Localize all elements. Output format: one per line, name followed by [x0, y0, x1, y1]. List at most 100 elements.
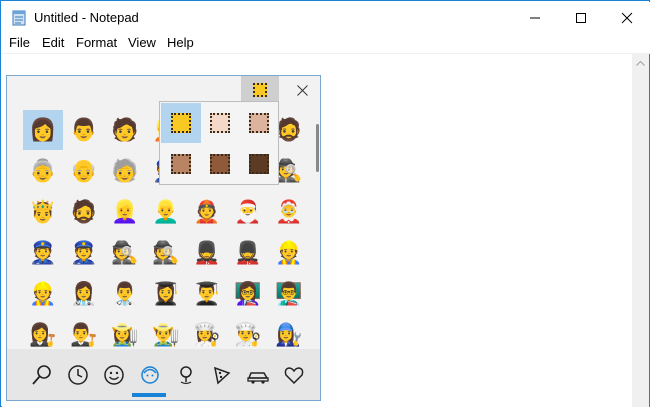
emoji-glyph: 🧔 [70, 199, 98, 224]
emoji-glyph: 👨 [70, 117, 98, 142]
emoji-cell[interactable]: 👴 [64, 151, 104, 191]
vertical-scrollbar[interactable] [632, 54, 649, 407]
title-bar[interactable]: Untitled - Notepad [2, 2, 650, 33]
emoji-glyph: 👩‍🔧 [275, 322, 303, 347]
emoji-glyph: 🤶 [275, 199, 303, 224]
emoji-cell[interactable]: 👷 [269, 233, 309, 273]
emoji-cell[interactable]: 👱‍♀️ [105, 192, 145, 232]
emoji-cell[interactable]: 💂 [187, 233, 227, 273]
skin-tone-option[interactable] [161, 103, 201, 143]
emoji-glyph: 🤴 [29, 199, 57, 224]
emoji-glyph: 👩 [29, 117, 57, 142]
emoji-cell[interactable]: 🧑 [105, 110, 145, 150]
close-icon [296, 84, 308, 96]
emoji-cell[interactable]: 👱‍♂️ [146, 192, 186, 232]
active-tab-indicator [132, 393, 166, 397]
heart-icon [284, 367, 304, 385]
emoji-cell[interactable]: 👨‍🏫 [269, 274, 309, 314]
emoji-glyph: 👵 [29, 158, 57, 183]
emoji-glyph: 👲 [193, 199, 221, 224]
menu-view[interactable]: View [128, 35, 156, 50]
emoji-cell[interactable]: 🕵 [146, 233, 186, 273]
emoji-category-tabs [7, 349, 320, 400]
maximize-icon [576, 12, 586, 23]
person-icon [141, 366, 159, 384]
scroll-up-button[interactable] [632, 54, 649, 71]
menu-file[interactable]: File [9, 35, 30, 50]
emoji-cell[interactable]: 🤶 [269, 192, 309, 232]
menu-help[interactable]: Help [167, 35, 194, 50]
emoji-cell[interactable]: 👮 [23, 233, 63, 273]
emoji-glyph: 👨‍🎓 [193, 281, 221, 306]
emoji-glyph: 🎅 [234, 199, 262, 224]
emoji-cell[interactable]: 🤴 [23, 192, 63, 232]
people-tab[interactable] [132, 357, 168, 393]
emoji-glyph: 👨‍🍳 [234, 322, 262, 347]
close-button[interactable] [604, 2, 650, 33]
skin-tone-option[interactable] [161, 144, 201, 184]
emoji-cell[interactable]: 👲 [187, 192, 227, 232]
smileys-tab[interactable] [96, 357, 132, 393]
skin-tone-option[interactable] [239, 103, 279, 143]
emoji-glyph: 💂 [234, 240, 262, 265]
emoji-cell[interactable]: 👮 [64, 233, 104, 273]
maximize-button[interactable] [558, 2, 604, 33]
skin-tone-picker [159, 101, 279, 185]
skin-tone-button[interactable] [241, 76, 279, 104]
emoji-panel-close-button[interactable] [284, 76, 320, 104]
emoji-glyph: 🧓 [111, 158, 139, 183]
emoji-glyph: 👷 [29, 281, 57, 306]
menu-edit[interactable]: Edit [42, 35, 64, 50]
emoji-glyph: 🕵 [275, 158, 303, 183]
emoji-cell[interactable]: 👩 [23, 110, 63, 150]
emoji-cell[interactable]: 👨 [64, 110, 104, 150]
emoji-glyph: 👩‍🌾 [111, 322, 139, 347]
emoji-glyph: 👩‍⚕️ [70, 281, 98, 306]
emoji-cell[interactable]: 👩‍⚕️ [64, 274, 104, 314]
emoji-glyph: 👮 [70, 240, 98, 265]
recent-tab[interactable] [60, 357, 96, 393]
skin-tone-option[interactable] [239, 144, 279, 184]
skin-tone-option[interactable] [200, 103, 240, 143]
emoji-cell[interactable]: 👨‍🎓 [187, 274, 227, 314]
emoji-glyph: 👨‍🌾 [152, 322, 180, 347]
window-title: Untitled - Notepad [34, 10, 139, 25]
emoji-glyph: 👮 [29, 240, 57, 265]
minimize-button[interactable] [512, 2, 558, 33]
emoji-glyph: 👩‍🎓 [152, 281, 180, 306]
map-pin-icon [180, 366, 192, 385]
search-tab[interactable] [24, 357, 60, 393]
skin-tone-swatch-icon [171, 113, 191, 133]
emoji-glyph: 👩‍🏫 [234, 281, 262, 306]
emoji-cell[interactable]: 🕵 [105, 233, 145, 273]
emoji-cell[interactable]: 🎅 [228, 192, 268, 232]
emoji-panel-scrollbar[interactable] [316, 124, 319, 172]
places-tab[interactable] [168, 357, 204, 393]
emoji-glyph: 🕵 [111, 240, 139, 265]
emoji-cell[interactable]: 👷 [23, 274, 63, 314]
food-tab[interactable] [204, 357, 240, 393]
skin-tone-option[interactable] [200, 144, 240, 184]
close-icon [621, 12, 633, 23]
emoji-glyph: 👴 [70, 158, 98, 183]
skin-tone-swatch-icon [249, 154, 269, 174]
search-icon [32, 365, 51, 385]
emoji-cell[interactable]: 👩‍🏫 [228, 274, 268, 314]
emoji-cell[interactable]: 💂 [228, 233, 268, 273]
travel-tab[interactable] [240, 357, 276, 393]
emoji-glyph: 🕵 [152, 240, 180, 265]
emoji-glyph: 🧔 [275, 117, 303, 142]
emoji-cell[interactable]: 👨‍⚕️ [105, 274, 145, 314]
emoji-cell[interactable]: 👵 [23, 151, 63, 191]
emoji-cell[interactable]: 👩‍🎓 [146, 274, 186, 314]
emoji-glyph: 👨‍⚖️ [70, 322, 98, 347]
menu-format[interactable]: Format [76, 35, 117, 50]
pizza-icon [214, 366, 231, 385]
symbols-tab[interactable] [276, 357, 312, 393]
emoji-cell[interactable]: 🧔 [64, 192, 104, 232]
emoji-cell[interactable]: 🧓 [105, 151, 145, 191]
chevron-up-icon [636, 60, 645, 66]
emoji-glyph: 👱‍♀️ [111, 199, 139, 224]
skin-tone-swatch-icon [210, 154, 230, 174]
emoji-glyph: 👱‍♂️ [152, 199, 180, 224]
